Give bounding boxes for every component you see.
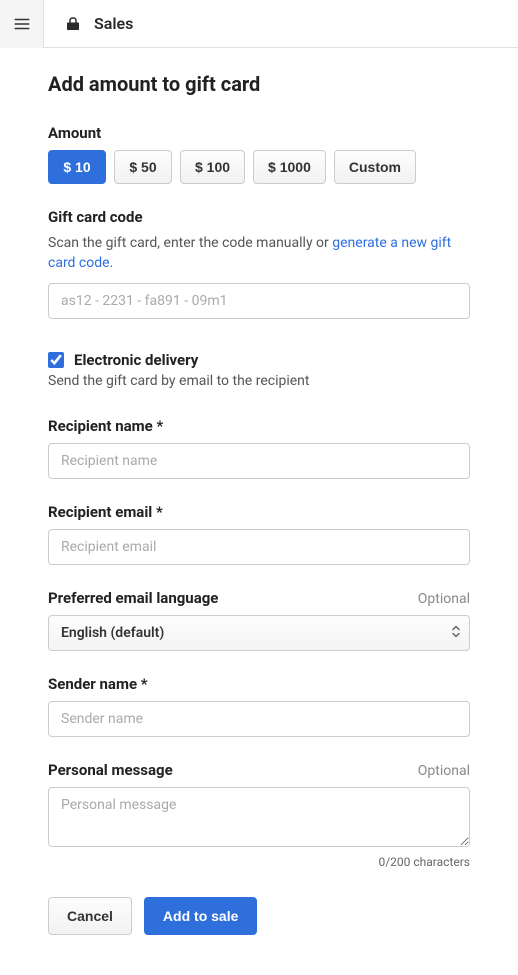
amount-group: Amount $ 10 $ 50 $ 100 $ 1000 Custom [48,124,470,184]
char-count: 0/200 characters [48,855,470,869]
button-row: Cancel Add to sale [48,897,470,935]
helper-text-after: . [110,255,114,271]
electronic-delivery-label: Electronic delivery [74,351,198,369]
email-language-select[interactable]: English (default) [48,615,470,651]
amount-option-10[interactable]: $ 10 [48,150,106,184]
menu-button[interactable] [0,0,44,48]
sender-name-input[interactable] [48,701,470,737]
required-asterisk: * [156,417,163,435]
amount-option-custom[interactable]: Custom [334,150,416,184]
optional-text: Optional [418,763,470,779]
required-asterisk: * [141,675,148,693]
recipient-email-input[interactable] [48,529,470,565]
header-title-wrap: Sales [44,14,133,33]
amount-option-1000[interactable]: $ 1000 [253,150,326,184]
header: Sales [0,0,518,48]
electronic-delivery-section: Electronic delivery Send the gift card b… [48,351,470,389]
optional-text: Optional [418,591,470,607]
gift-card-code-helper: Scan the gift card, enter the code manua… [48,234,470,273]
electronic-delivery-helper: Send the gift card by email to the recip… [48,373,470,389]
sender-name-group: Sender name * [48,675,470,737]
amount-option-50[interactable]: $ 50 [114,150,172,184]
header-title: Sales [94,14,133,33]
amount-option-100[interactable]: $ 100 [180,150,245,184]
recipient-name-label: Recipient name * [48,417,470,435]
gift-card-code-group: Gift card code Scan the gift card, enter… [48,208,470,319]
page-title: Add amount to gift card [48,72,470,96]
helper-text-before: Scan the gift card, enter the code manua… [48,235,332,251]
amount-options: $ 10 $ 50 $ 100 $ 1000 Custom [48,150,470,184]
recipient-email-label: Recipient email * [48,503,470,521]
recipient-email-group: Recipient email * [48,503,470,565]
electronic-delivery-checkbox[interactable] [48,352,64,368]
gift-card-code-input[interactable] [48,283,470,319]
sender-name-label: Sender name * [48,675,470,693]
add-to-sale-button[interactable]: Add to sale [144,897,257,935]
personal-message-input[interactable] [48,787,470,847]
content: Add amount to gift card Amount $ 10 $ 50… [0,48,518,975]
email-language-label: Preferred email language [48,589,218,607]
cancel-button[interactable]: Cancel [48,897,132,935]
recipient-name-input[interactable] [48,443,470,479]
amount-label: Amount [48,124,470,142]
email-language-group: Preferred email language Optional Englis… [48,589,470,651]
sales-icon [64,15,82,33]
email-language-select-wrap: English (default) [48,615,470,651]
personal-message-label: Personal message [48,761,173,779]
gift-card-code-label: Gift card code [48,208,470,226]
electronic-delivery-row: Electronic delivery [48,351,470,369]
hamburger-icon [13,15,31,33]
personal-message-group: Personal message Optional 0/200 characte… [48,761,470,869]
recipient-name-group: Recipient name * [48,417,470,479]
required-asterisk: * [156,503,163,521]
